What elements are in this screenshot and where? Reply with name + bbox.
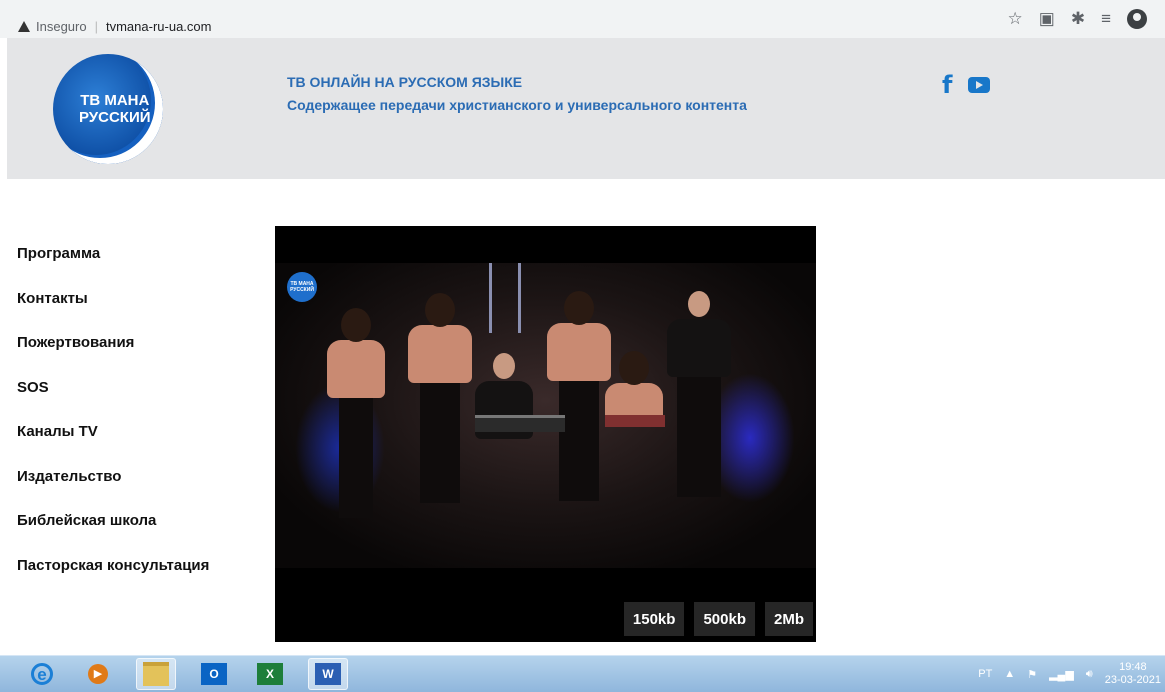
volume-icon[interactable]: 🔊︎: [1086, 668, 1093, 681]
logo-line-1: ТВ МАНА: [80, 92, 150, 109]
facebook-icon[interactable]: f: [942, 71, 952, 99]
security-label: Inseguro: [36, 19, 87, 34]
logo-line-2: РУССКИЙ: [79, 109, 151, 126]
action-center-flag-icon[interactable]: ⚑: [1027, 668, 1037, 681]
video-frame[interactable]: ТВ МАНА РУССКИЙ: [275, 263, 816, 568]
taskbar-word[interactable]: W: [308, 658, 348, 690]
social-links: f: [942, 71, 991, 99]
word-icon: W: [315, 663, 341, 685]
puzzle-extension-icon[interactable]: ✱: [1071, 9, 1085, 29]
clock-time: 19:48: [1119, 661, 1147, 673]
performer: [327, 308, 385, 518]
nav-item-donations[interactable]: Пожертвования: [17, 334, 209, 379]
site-logo[interactable]: ТВ МАНА РУССКИЙ: [53, 54, 173, 164]
stage-truss: [489, 263, 521, 333]
nav-item-sos[interactable]: SOS: [17, 379, 209, 424]
youtube-icon[interactable]: [968, 77, 991, 93]
clock-date: 23-03-2021: [1104, 674, 1161, 686]
performer: [605, 351, 663, 423]
file-explorer-icon: [143, 662, 169, 686]
system-clock[interactable]: 19:48 23-03-2021: [1105, 661, 1161, 687]
site-header: ТВ МАНА РУССКИЙ ТВ ОНЛАЙН НА РУССКОМ ЯЗЫ…: [7, 38, 1165, 179]
star-icon[interactable]: ☆: [1008, 9, 1023, 29]
language-indicator[interactable]: PT: [978, 668, 992, 680]
browser-toolbar: Inseguro | tvmana-ru-ua.com ☆ ▣ ✱ ≡: [0, 0, 1165, 38]
profile-avatar-icon[interactable]: [1127, 9, 1147, 29]
taskbar-ie[interactable]: e: [22, 658, 62, 690]
url-separator: |: [94, 19, 98, 34]
nav-item-pastoral-consultation[interactable]: Пасторская консультация: [17, 557, 209, 602]
quality-2mb-button[interactable]: 2Mb: [765, 602, 813, 636]
quality-selector: 150kb 500kb 2Mb: [623, 602, 813, 636]
site-title: ТВ ОНЛАЙН НА РУССКОМ ЯЗЫКЕ: [287, 74, 523, 90]
site-subtitle: Содержащее передачи христианского и унив…: [287, 97, 747, 113]
warning-icon: [18, 21, 30, 32]
performer: [667, 291, 731, 497]
pdf-extension-icon[interactable]: ▣: [1039, 9, 1055, 29]
keyboard-instrument: [475, 415, 565, 432]
nav-item-publishing[interactable]: Издательство: [17, 468, 209, 513]
keyboard-instrument: [605, 415, 665, 427]
taskbar-excel[interactable]: X: [250, 658, 290, 690]
internet-explorer-icon: e: [31, 663, 53, 685]
logo-text: ТВ МАНА РУССКИЙ: [79, 92, 151, 126]
quality-150kb-button[interactable]: 150kb: [623, 602, 685, 636]
taskbar-file-explorer[interactable]: [136, 658, 176, 690]
os-taskbar: e ▶ O X W PT ▲ ⚑ ▂▄▆ 🔊︎ 19:48 23-03-2021: [0, 655, 1165, 692]
watermark-line-2: РУССКИЙ: [290, 287, 314, 293]
url-text[interactable]: tvmana-ru-ua.com: [106, 19, 211, 34]
nav-item-contacts[interactable]: Контакты: [17, 290, 209, 335]
show-hidden-icons-icon[interactable]: ▲: [1004, 668, 1015, 680]
network-signal-icon[interactable]: ▂▄▆: [1049, 668, 1074, 681]
channel-watermark-icon: ТВ МАНА РУССКИЙ: [287, 272, 317, 302]
system-tray: PT ▲ ⚑ ▂▄▆ 🔊︎ 19:48 23-03-2021: [978, 656, 1165, 692]
outlook-icon: O: [201, 663, 227, 685]
security-indicator[interactable]: Inseguro | tvmana-ru-ua.com: [18, 19, 211, 34]
performer: [408, 293, 472, 503]
sidebar-nav: Программа Контакты Пожертвования SOS Кан…: [17, 245, 209, 601]
nav-item-tv-channels[interactable]: Каналы TV: [17, 423, 209, 468]
nav-item-bible-school[interactable]: Библейская школа: [17, 512, 209, 557]
taskbar-outlook[interactable]: O: [194, 658, 234, 690]
address-bar[interactable]: Inseguro | tvmana-ru-ua.com: [6, 7, 1156, 35]
performer: [547, 291, 611, 501]
taskbar-media-player[interactable]: ▶: [78, 658, 118, 690]
browser-action-icons: ☆ ▣ ✱ ≡: [1008, 9, 1147, 29]
excel-icon: X: [257, 663, 283, 685]
quality-500kb-button[interactable]: 500kb: [694, 602, 755, 636]
reading-list-icon[interactable]: ≡: [1101, 9, 1111, 29]
nav-item-programma[interactable]: Программа: [17, 245, 209, 290]
media-player-icon: ▶: [88, 664, 108, 684]
video-player[interactable]: ТВ МАНА РУССКИЙ 150kb 500kb 2Mb: [275, 226, 816, 642]
